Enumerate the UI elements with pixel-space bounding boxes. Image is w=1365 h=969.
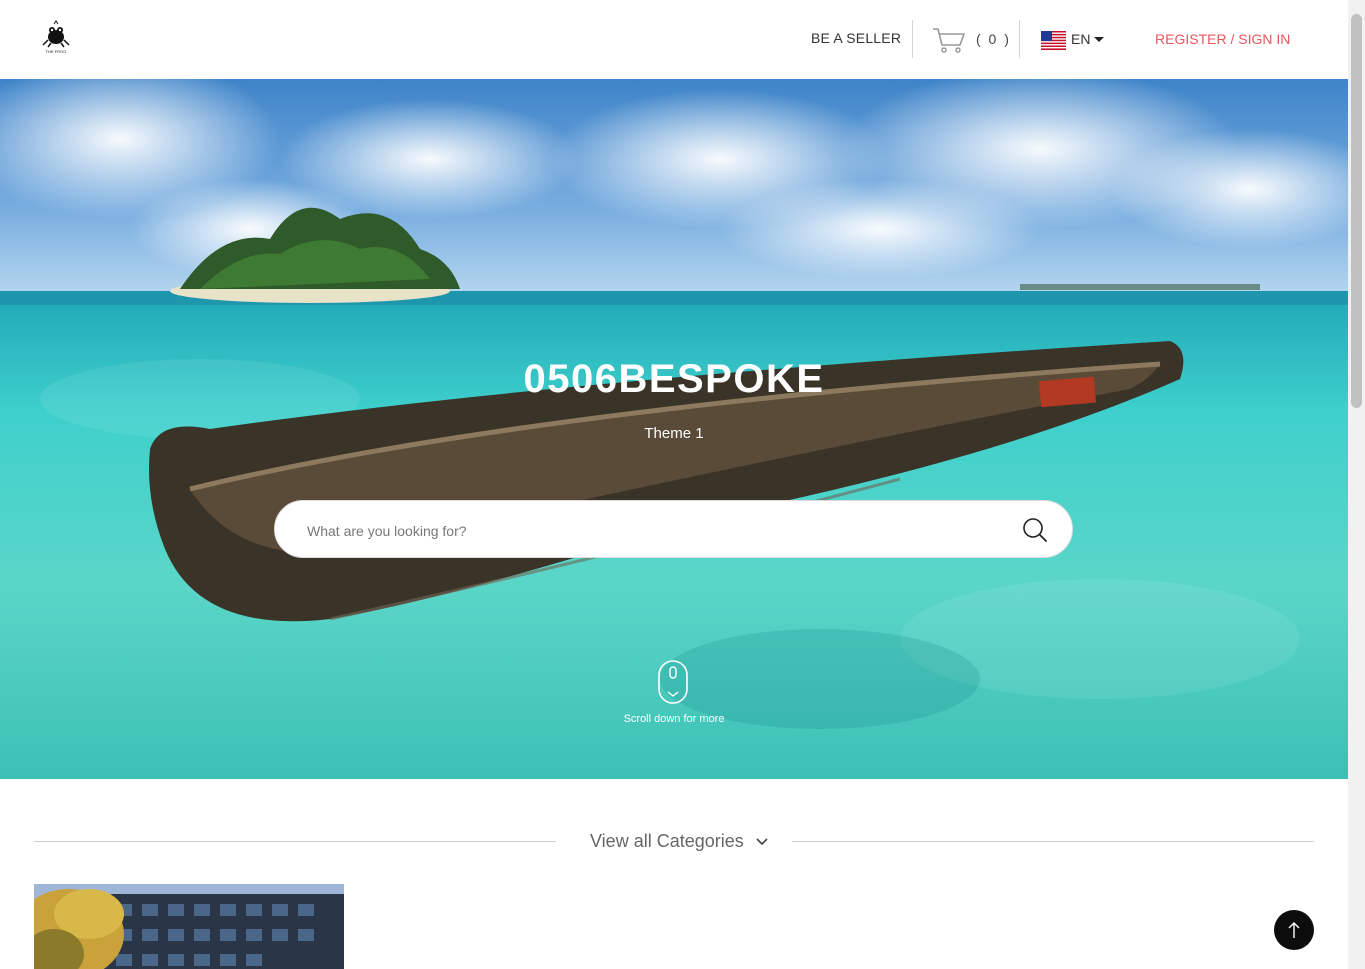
mouse-scroll-icon[interactable] <box>658 660 688 704</box>
header-divider <box>1019 20 1020 58</box>
be-a-seller-link[interactable]: BE A SELLER <box>811 30 901 46</box>
caret-down-icon[interactable] <box>1094 37 1104 42</box>
building-image <box>34 884 344 969</box>
page: THE FROG BE A SELLER ( 0 ) EN REGISTER /… <box>0 0 1348 969</box>
arrow-up-icon <box>1288 922 1300 938</box>
hero-banner: 0506BESPOKE Theme 1 Scroll down for more <box>0 79 1348 779</box>
hero-subtitle: Theme 1 <box>644 425 704 442</box>
us-flag-icon[interactable] <box>1041 31 1066 50</box>
language-selector[interactable]: EN <box>1071 31 1090 47</box>
divider-line <box>792 841 1314 842</box>
back-to-top-button[interactable] <box>1274 910 1314 950</box>
site-header: THE FROG BE A SELLER ( 0 ) EN REGISTER /… <box>0 0 1348 80</box>
logo-caption: THE FROG <box>46 49 67 54</box>
register-sign-in-link[interactable]: REGISTER / SIGN IN <box>1155 31 1290 47</box>
cart-count[interactable]: ( 0 ) <box>976 31 1011 47</box>
header-divider <box>912 20 913 58</box>
search-bar <box>274 500 1073 558</box>
page-scrollbar[interactable] <box>1348 0 1365 969</box>
frog-logo-icon: THE FROG <box>42 20 70 54</box>
divider-line <box>34 841 556 842</box>
cart-icon[interactable] <box>932 26 966 54</box>
scrollbar-thumb[interactable] <box>1351 14 1362 408</box>
chevron-down-icon[interactable] <box>755 837 769 847</box>
category-thumbnail[interactable] <box>34 884 344 969</box>
hero-title: 0506BESPOKE <box>523 357 825 401</box>
scroll-hint: Scroll down for more <box>623 713 725 725</box>
search-input[interactable] <box>305 519 989 543</box>
search-icon[interactable] <box>1022 517 1048 543</box>
view-all-categories-button[interactable]: View all Categories <box>590 831 744 852</box>
site-logo[interactable]: THE FROG <box>40 20 72 56</box>
